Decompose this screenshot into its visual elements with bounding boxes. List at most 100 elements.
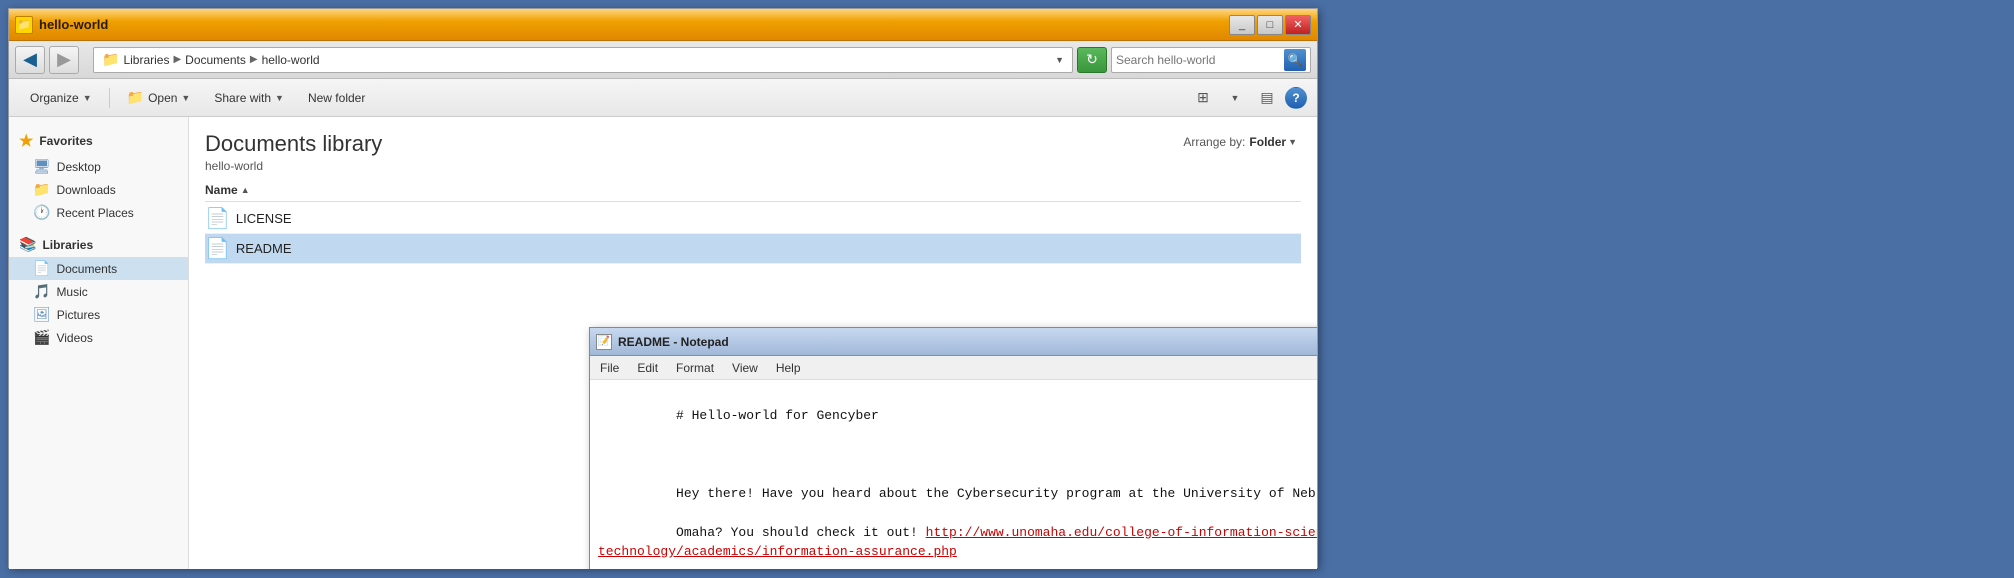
- sidebar-item-desktop-label: Desktop: [57, 160, 101, 174]
- open-button[interactable]: 📁 Open ▼: [116, 84, 202, 112]
- notepad-menu-help[interactable]: Help: [772, 359, 805, 377]
- new-folder-label: New folder: [308, 91, 365, 105]
- sidebar-item-downloads-label: Downloads: [56, 183, 115, 197]
- arrange-by-value: Folder: [1249, 135, 1286, 149]
- sidebar-item-documents-label: Documents: [56, 262, 117, 276]
- maximize-button[interactable]: □: [1257, 15, 1283, 35]
- file-list-header: Name ▲: [205, 179, 1301, 202]
- share-with-label: Share with: [214, 91, 271, 105]
- notepad-menu-edit[interactable]: Edit: [633, 359, 662, 377]
- sidebar-item-desktop[interactable]: 🖥 Desktop: [9, 155, 188, 178]
- breadcrumb-bar[interactable]: 📁 Libraries ▶ Documents ▶ hello-world ▼: [93, 47, 1073, 73]
- readme-file-name: README: [236, 241, 292, 256]
- view-dropdown-icon: ▼: [1231, 93, 1240, 103]
- desktop-icon: 🖥: [33, 158, 51, 175]
- breadcrumb-libraries[interactable]: Libraries: [123, 53, 169, 67]
- notepad-menu: File Edit Format View Help: [590, 356, 1317, 380]
- explorer-window: 📁 hello-world _ □ ✕ ◀ ▶ 📁 Libraries ▶ Do…: [8, 8, 1318, 568]
- sidebar-item-recent-places[interactable]: 🕐 Recent Places: [9, 201, 188, 224]
- recent-places-icon: 🕐: [33, 204, 50, 221]
- search-box: 🔍: [1111, 47, 1311, 73]
- notepad-title-text: README - Notepad: [618, 335, 1317, 349]
- open-label: Open: [148, 91, 177, 105]
- toolbar-right: ⊞ ▼ ▤ ?: [1189, 84, 1307, 112]
- column-name-header[interactable]: Name ▲: [205, 183, 1301, 197]
- readme-file-icon: 📄: [205, 236, 230, 261]
- license-file-name: LICENSE: [236, 211, 292, 226]
- sidebar-item-downloads[interactable]: 📁 Downloads: [9, 178, 188, 201]
- pictures-icon: 🖼: [33, 306, 51, 323]
- notepad-menu-format[interactable]: Format: [672, 359, 718, 377]
- refresh-button[interactable]: ↻: [1077, 47, 1107, 73]
- organize-button[interactable]: Organize ▼: [19, 84, 103, 112]
- arrange-by-dropdown[interactable]: Folder ▼: [1249, 135, 1297, 149]
- sidebar-item-recent-label: Recent Places: [56, 206, 133, 220]
- window-title: hello-world: [39, 17, 1229, 32]
- favorites-star-icon: ★: [19, 131, 33, 151]
- libraries-label: Libraries: [42, 238, 93, 252]
- notepad-line-1: # Hello-world for Gencyber: [676, 408, 879, 423]
- share-chevron-icon: ▼: [275, 93, 284, 103]
- videos-icon: 🎬: [33, 329, 50, 346]
- search-icon: 🔍: [1288, 53, 1303, 67]
- title-bar: 📁 hello-world _ □ ✕: [9, 9, 1317, 41]
- arrange-by-control: Arrange by: Folder ▼: [1183, 135, 1297, 149]
- notepad-menu-file[interactable]: File: [596, 359, 623, 377]
- new-folder-button[interactable]: New folder: [297, 84, 376, 112]
- help-icon: ?: [1292, 91, 1299, 105]
- sidebar-section-libraries[interactable]: 📚 Libraries: [9, 232, 188, 257]
- music-icon: 🎵: [33, 283, 50, 300]
- share-with-button[interactable]: Share with ▼: [203, 84, 295, 112]
- minimize-button[interactable]: _: [1229, 15, 1255, 35]
- notepad-window: 📝 README - Notepad _ □ ✕ File Edit Forma…: [589, 327, 1317, 569]
- sidebar-item-documents[interactable]: 📄 Documents: [9, 257, 188, 280]
- open-chevron-icon: ▼: [181, 93, 190, 103]
- nav-bar: ◀ ▶ 📁 Libraries ▶ Documents ▶ hello-worl…: [9, 41, 1317, 79]
- library-header: Documents library hello-world: [205, 131, 1301, 173]
- breadcrumb-dropdown-icon[interactable]: ▼: [1055, 55, 1064, 65]
- refresh-icon: ↻: [1086, 51, 1098, 68]
- sidebar-item-pictures-label: Pictures: [57, 308, 100, 322]
- back-button[interactable]: ◀: [15, 46, 45, 74]
- library-subtitle: hello-world: [205, 159, 1301, 173]
- forward-button[interactable]: ▶: [49, 46, 79, 74]
- breadcrumb-sep-2: ▶: [250, 54, 258, 65]
- downloads-folder-icon: 📁: [33, 181, 50, 198]
- notepad-content[interactable]: # Hello-world for Gencyber Hey there! Ha…: [590, 380, 1317, 569]
- file-row-license[interactable]: 📄 LICENSE: [205, 204, 1301, 234]
- notepad-line-4: Omaha? You should check it out!: [676, 525, 926, 540]
- sidebar-item-videos-label: Videos: [56, 331, 92, 345]
- license-file-icon: 📄: [205, 206, 230, 231]
- file-row-readme[interactable]: 📄 README: [205, 234, 1301, 264]
- search-input[interactable]: [1116, 53, 1284, 67]
- breadcrumb-current[interactable]: hello-world: [262, 53, 320, 67]
- organize-chevron-icon: ▼: [83, 93, 92, 103]
- sidebar-item-music[interactable]: 🎵 Music: [9, 280, 188, 303]
- search-button[interactable]: 🔍: [1284, 49, 1306, 71]
- sidebar-item-videos[interactable]: 🎬 Videos: [9, 326, 188, 349]
- sort-indicator: ▲: [241, 185, 250, 195]
- window-icon: 📁: [15, 16, 33, 34]
- view-dropdown-button[interactable]: ▼: [1221, 84, 1249, 112]
- preview-pane-button[interactable]: ▤: [1253, 84, 1281, 112]
- help-button[interactable]: ?: [1285, 87, 1307, 109]
- view-layout-button[interactable]: ⊞: [1189, 84, 1217, 112]
- open-icon: 📁: [127, 89, 144, 106]
- sidebar-item-pictures[interactable]: 🖼 Pictures: [9, 303, 188, 326]
- notepad-title-icon: 📝: [596, 334, 612, 350]
- notepad-title-bar: 📝 README - Notepad _ □ ✕: [590, 328, 1317, 356]
- sidebar-section-favorites[interactable]: ★ Favorites: [9, 127, 188, 155]
- content-area: Documents library hello-world Arrange by…: [189, 117, 1317, 569]
- favorites-label: Favorites: [39, 134, 92, 148]
- sidebar: ★ Favorites 🖥 Desktop 📁 Downloads 🕐 Rece…: [9, 117, 189, 569]
- close-button[interactable]: ✕: [1285, 15, 1311, 35]
- documents-icon: 📄: [33, 260, 50, 277]
- notepad-line-3: Hey there! Have you heard about the Cybe…: [676, 486, 1317, 501]
- breadcrumb-documents[interactable]: Documents: [185, 53, 246, 67]
- column-name-label: Name: [205, 183, 238, 197]
- breadcrumb-folder-icon: 📁: [102, 51, 119, 68]
- notepad-menu-view[interactable]: View: [728, 359, 762, 377]
- toolbar: Organize ▼ 📁 Open ▼ Share with ▼ New fol…: [9, 79, 1317, 117]
- arrange-chevron-icon: ▼: [1288, 137, 1297, 147]
- window-controls: _ □ ✕: [1229, 15, 1311, 35]
